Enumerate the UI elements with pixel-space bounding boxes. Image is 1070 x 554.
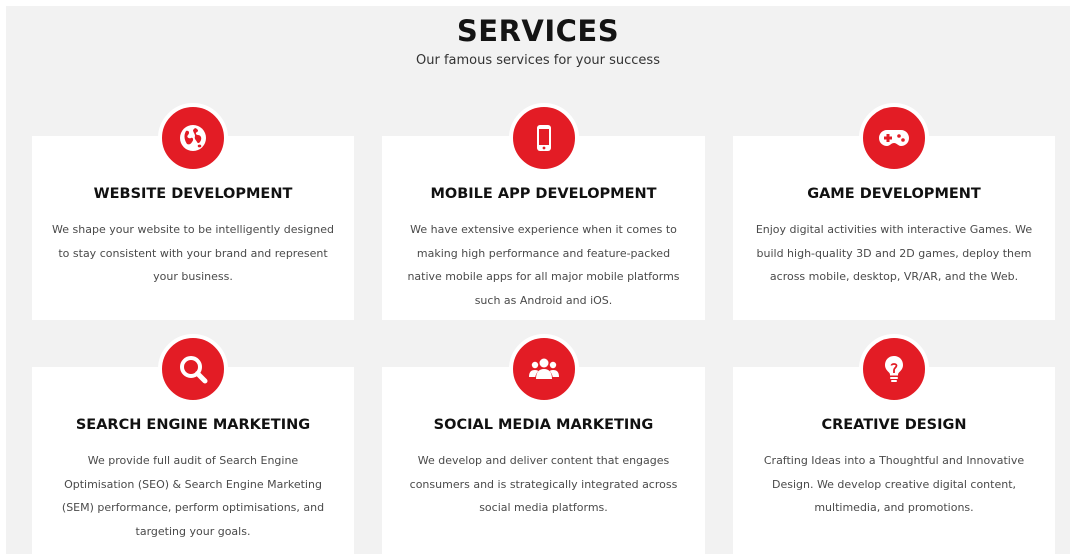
service-card-mobile-app-development: MOBILE APP DEVELOPMENT We have extensive… — [382, 103, 705, 320]
service-description: We have extensive experience when it com… — [407, 223, 680, 307]
users-icon — [508, 334, 579, 404]
globe-icon — [158, 103, 228, 173]
service-description: Enjoy digital activities with interactiv… — [755, 223, 1033, 283]
service-title: WEBSITE DEVELOPMENT — [93, 186, 293, 202]
service-title: CREATIVE DESIGN — [821, 417, 967, 433]
service-description: We provide full audit of Search Engine O… — [61, 454, 325, 538]
search-icon — [158, 334, 228, 404]
service-title: SEARCH ENGINE MARKETING — [75, 417, 311, 433]
service-description: We develop and deliver content that enga… — [409, 454, 678, 514]
service-card-creative-design: CREATIVE DESIGN Crafting Ideas into a Th… — [733, 334, 1055, 554]
service-card-game-development: GAME DEVELOPMENT Enjoy digital activitie… — [733, 103, 1055, 320]
service-title: SOCIAL MEDIA MARKETING — [433, 417, 654, 433]
gamepad-icon — [859, 103, 929, 173]
service-card-social-media-marketing: SOCIAL MEDIA MARKETING We develop and de… — [382, 334, 705, 554]
service-title: GAME DEVELOPMENT — [807, 186, 981, 202]
lightbulb-icon — [859, 334, 929, 404]
service-description: Crafting Ideas into a Thoughtful and Inn… — [763, 454, 1025, 514]
services-section: SERVICES Our famous services for your su… — [6, 6, 1070, 554]
service-card-website-development: WEBSITE DEVELOPMENT We shape your websit… — [32, 103, 354, 320]
mobile-phone-icon — [508, 103, 579, 173]
service-title: MOBILE APP DEVELOPMENT — [430, 186, 657, 202]
service-card-search-engine-marketing: SEARCH ENGINE MARKETING We provide full … — [32, 334, 354, 554]
section-title: SERVICES — [456, 14, 620, 48]
section-subtitle: Our famous services for your success — [416, 53, 660, 68]
service-description: We shape your website to be intelligentl… — [52, 223, 334, 283]
